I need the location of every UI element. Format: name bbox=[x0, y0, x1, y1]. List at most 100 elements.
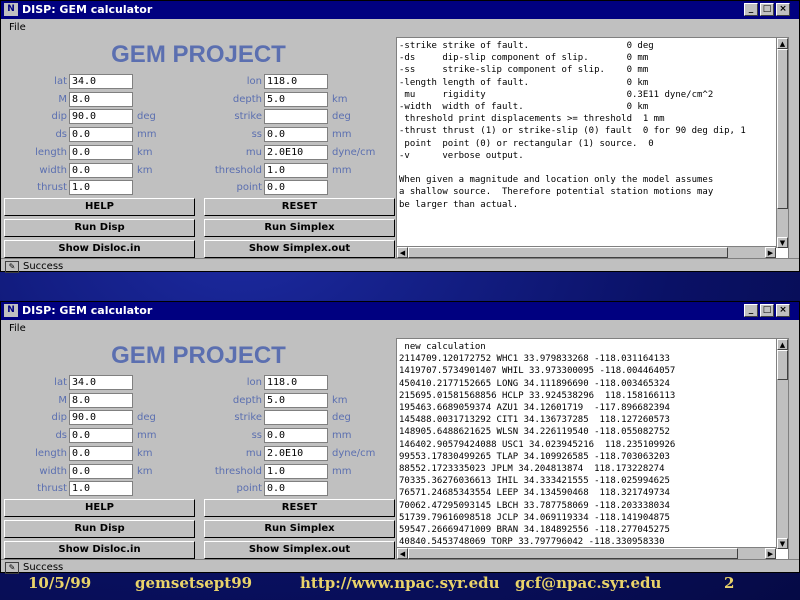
output-textarea[interactable]: new calculation 2114709.120172752 WHC1 3… bbox=[396, 338, 789, 560]
scroll-left-icon[interactable]: ◀ bbox=[397, 247, 408, 258]
field-label-dip: dip bbox=[51, 412, 67, 423]
lon-input[interactable]: 118.0 bbox=[264, 74, 328, 89]
unit-ss: mm bbox=[332, 129, 352, 140]
vertical-scrollbar[interactable]: ▲ ▼ bbox=[776, 38, 788, 248]
minimize-icon[interactable]: _ bbox=[744, 304, 758, 317]
run-simplex-button[interactable]: Run Simplex bbox=[204, 520, 395, 538]
threshold-input[interactable]: 1.0 bbox=[264, 163, 328, 178]
vertical-scrollbar[interactable]: ▲ ▼ bbox=[776, 339, 788, 549]
dip-input[interactable]: 90.0 bbox=[69, 109, 133, 124]
field-label-ss: ss bbox=[251, 129, 262, 140]
field-label-mu: mu bbox=[245, 448, 262, 459]
thrust-input[interactable]: 1.0 bbox=[69, 180, 133, 195]
run-disp-button[interactable]: Run Disp bbox=[4, 520, 195, 538]
scroll-right-icon[interactable]: ▶ bbox=[765, 548, 776, 559]
field-label-ss: ss bbox=[251, 430, 262, 441]
run-disp-button[interactable]: Run Disp bbox=[4, 219, 195, 237]
field-label-threshold: threshold bbox=[214, 165, 262, 176]
help-button[interactable]: HELP bbox=[4, 499, 195, 517]
maximize-icon[interactable]: □ bbox=[760, 304, 774, 317]
depth-input[interactable]: 5.0 bbox=[264, 393, 328, 408]
field-label-depth: depth bbox=[232, 395, 262, 406]
footer-date: 10/5/99 bbox=[28, 574, 92, 592]
menu-file[interactable]: File bbox=[9, 22, 26, 33]
unit-ds: mm bbox=[137, 129, 157, 140]
length-input[interactable]: 0.0 bbox=[69, 145, 133, 160]
unit-ss: mm bbox=[332, 430, 352, 441]
thrust-input[interactable]: 1.0 bbox=[69, 481, 133, 496]
field-label-ds: ds bbox=[55, 129, 67, 140]
show-disloc-button[interactable]: Show Disloc.in bbox=[4, 541, 195, 559]
field-label-thrust: thrust bbox=[37, 483, 67, 494]
scroll-thumb-v[interactable] bbox=[777, 350, 788, 380]
show-simplex-button[interactable]: Show Simplex.out bbox=[204, 240, 395, 258]
strike-input[interactable] bbox=[264, 109, 328, 124]
length-input[interactable]: 0.0 bbox=[69, 446, 133, 461]
M-input[interactable]: 8.0 bbox=[69, 92, 133, 107]
field-label-depth: depth bbox=[232, 94, 262, 105]
minimize-icon[interactable]: _ bbox=[744, 3, 758, 16]
output-text: -strike strike of fault. 0 deg -ds dip-s… bbox=[399, 41, 746, 210]
show-disloc-button[interactable]: Show Disloc.in bbox=[4, 240, 195, 258]
close-icon[interactable]: × bbox=[776, 3, 790, 16]
menu-file[interactable]: File bbox=[9, 323, 26, 334]
run-simplex-button[interactable]: Run Simplex bbox=[204, 219, 395, 237]
scroll-up-icon[interactable]: ▲ bbox=[777, 38, 788, 49]
unit-strike: deg bbox=[332, 412, 351, 423]
scroll-thumb-v[interactable] bbox=[777, 49, 788, 209]
horizontal-scrollbar[interactable]: ◀ ▶ bbox=[397, 547, 776, 559]
M-input[interactable]: 8.0 bbox=[69, 393, 133, 408]
ds-input[interactable]: 0.0 bbox=[69, 428, 133, 443]
lon-input[interactable]: 118.0 bbox=[264, 375, 328, 390]
lat-input[interactable]: 34.0 bbox=[69, 74, 133, 89]
unit-ds: mm bbox=[137, 430, 157, 441]
maximize-icon[interactable]: □ bbox=[760, 3, 774, 16]
field-label-point: point bbox=[236, 483, 262, 494]
app-icon: N bbox=[4, 304, 18, 317]
ss-input[interactable]: 0.0 bbox=[264, 127, 328, 142]
footer-page: 2 bbox=[724, 574, 735, 592]
field-label-width: width bbox=[39, 165, 67, 176]
threshold-input[interactable]: 1.0 bbox=[264, 464, 328, 479]
show-simplex-button[interactable]: Show Simplex.out bbox=[204, 541, 395, 559]
scroll-left-icon[interactable]: ◀ bbox=[397, 548, 408, 559]
scroll-down-icon[interactable]: ▼ bbox=[777, 237, 788, 248]
ss-input[interactable]: 0.0 bbox=[264, 428, 328, 443]
dip-input[interactable]: 90.0 bbox=[69, 410, 133, 425]
strike-input[interactable] bbox=[264, 410, 328, 425]
reset-button[interactable]: RESET bbox=[204, 499, 395, 517]
width-input[interactable]: 0.0 bbox=[69, 163, 133, 178]
scroll-thumb-h[interactable] bbox=[408, 247, 728, 258]
unit-length: km bbox=[137, 448, 153, 459]
reset-button[interactable]: RESET bbox=[204, 198, 395, 216]
title-bar[interactable]: N DISP: GEM calculator _ □ × bbox=[1, 302, 799, 320]
help-button[interactable]: HELP bbox=[4, 198, 195, 216]
unit-mu: dyne/cm bbox=[332, 448, 376, 459]
output-textarea[interactable]: -strike strike of fault. 0 deg -ds dip-s… bbox=[396, 37, 789, 259]
scroll-right-icon[interactable]: ▶ bbox=[765, 247, 776, 258]
ds-input[interactable]: 0.0 bbox=[69, 127, 133, 142]
field-label-length: length bbox=[35, 448, 67, 459]
unit-width: km bbox=[137, 466, 153, 477]
mu-input[interactable]: 2.0E10 bbox=[264, 446, 328, 461]
gem-window-top: N DISP: GEM calculator _ □ × File GEM PR… bbox=[0, 0, 800, 274]
horizontal-scrollbar[interactable]: ◀ ▶ bbox=[397, 246, 776, 258]
menu-bar: File bbox=[1, 20, 799, 36]
point-input[interactable]: 0.0 bbox=[264, 481, 328, 496]
field-label-M: M bbox=[58, 395, 67, 406]
field-label-threshold: threshold bbox=[214, 466, 262, 477]
footer-url: http://www.npac.syr.edu bbox=[300, 574, 500, 592]
field-label-lon: lon bbox=[246, 377, 262, 388]
title-bar[interactable]: N DISP: GEM calculator _ □ × bbox=[1, 1, 799, 19]
status-bar: ✎ Success bbox=[1, 258, 799, 274]
width-input[interactable]: 0.0 bbox=[69, 464, 133, 479]
scroll-thumb-h[interactable] bbox=[408, 548, 738, 559]
close-icon[interactable]: × bbox=[776, 304, 790, 317]
point-input[interactable]: 0.0 bbox=[264, 180, 328, 195]
depth-input[interactable]: 5.0 bbox=[264, 92, 328, 107]
mu-input[interactable]: 2.0E10 bbox=[264, 145, 328, 160]
lat-input[interactable]: 34.0 bbox=[69, 375, 133, 390]
scroll-up-icon[interactable]: ▲ bbox=[777, 339, 788, 350]
project-heading: GEM PROJECT bbox=[111, 342, 286, 369]
scroll-down-icon[interactable]: ▼ bbox=[777, 538, 788, 549]
